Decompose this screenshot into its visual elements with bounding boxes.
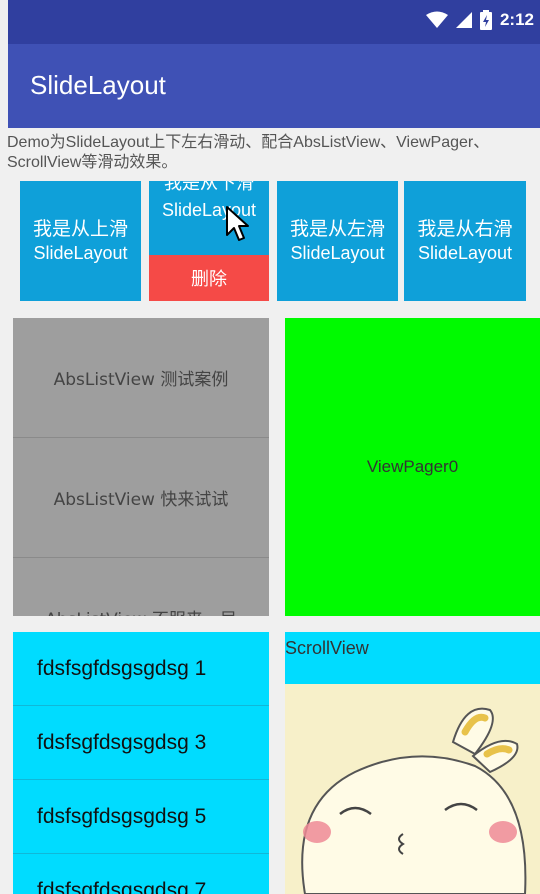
slide-label-en: SlideLayout <box>417 243 513 263</box>
slide-label-cn: 我是从下滑 <box>164 181 254 194</box>
app-title: SlideLayout <box>30 70 166 100</box>
list-item[interactable]: AbsListView 测试案例 <box>13 318 269 438</box>
slide-label-cn: 我是从上滑 <box>32 218 128 240</box>
slide-label-en: SlideLayout <box>33 243 128 263</box>
signal-icon <box>455 12 472 28</box>
battery-charging-icon <box>479 10 492 30</box>
slide-layout-bottom[interactable]: 我是从下滑 SlideLayout 删除 <box>149 181 269 301</box>
wifi-icon <box>425 11 448 28</box>
slide-label-en: SlideLayout <box>290 243 385 263</box>
mouse-cursor-icon <box>226 206 249 241</box>
status-time: 2:12 <box>499 10 534 29</box>
list-item[interactable]: AbsListView 不服来一局 <box>13 558 269 616</box>
scroll-view[interactable]: ScrollView <box>285 632 540 894</box>
list-item[interactable]: AbsListView 快来试试 <box>13 438 269 558</box>
description-text: Demo为SlideLayout上下左右滑动、配合AbsListView、Vie… <box>7 134 490 171</box>
bunny-illustration <box>285 684 540 894</box>
slide-label-en: SlideLayout <box>161 200 257 220</box>
list-item[interactable]: fdsfsgfdsgsgdsg 1 <box>13 632 269 706</box>
app-bar: SlideLayout <box>8 44 540 128</box>
status-icons: 2:12 <box>425 10 534 30</box>
list-view[interactable]: fdsfsgfdsgsgdsg 1 fdsfsgfdsgsgdsg 3 fdsf… <box>13 632 269 894</box>
scroll-view-label: ScrollView <box>285 632 540 684</box>
list-item[interactable]: fdsfsgfdsgsgdsg 3 <box>13 706 269 780</box>
list-item[interactable]: fdsfsgfdsgsgdsg 5 <box>13 780 269 854</box>
delete-button[interactable]: 删除 <box>149 255 269 301</box>
slide-label-cn: 我是从右滑 <box>417 218 513 240</box>
slide-layout-top[interactable]: 我是从上滑 SlideLayout <box>20 181 141 301</box>
slide-layout-left[interactable]: 我是从左滑 SlideLayout <box>277 181 398 301</box>
slide-layout-right[interactable]: 我是从右滑 SlideLayout <box>404 181 526 301</box>
slide-content[interactable]: 我是从下滑 SlideLayout <box>149 181 269 255</box>
list-item[interactable]: fdsfsgfdsgsgdsg 7 <box>13 854 269 894</box>
abs-list-view[interactable]: AbsListView 测试案例 AbsListView 快来试试 AbsLis… <box>13 318 269 616</box>
view-pager[interactable]: ViewPager0 <box>285 318 540 616</box>
view-pager-label: ViewPager0 <box>366 457 459 476</box>
slide-label-cn: 我是从左滑 <box>289 218 385 240</box>
status-bar: 2:12 <box>8 0 540 44</box>
